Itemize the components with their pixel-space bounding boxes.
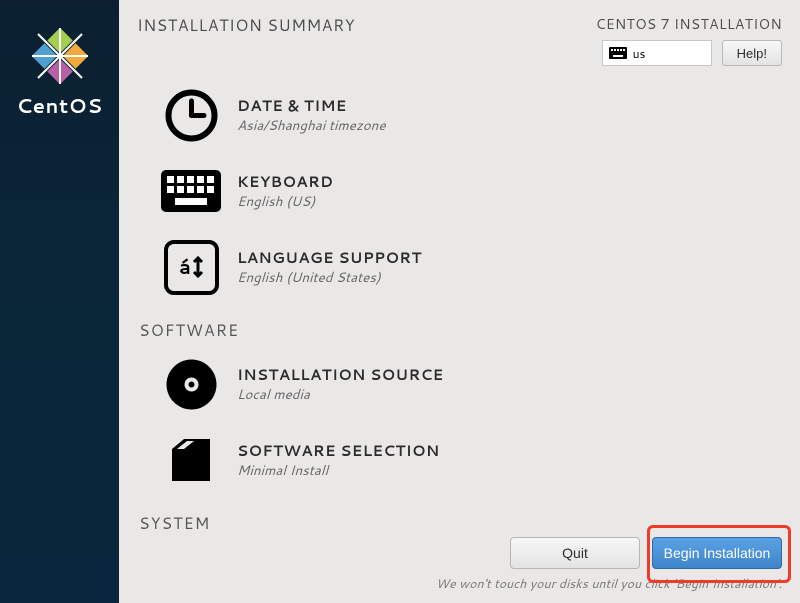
- spoke-datetime[interactable]: DATE & TIMEAsia/Shanghai timezone: [153, 77, 469, 153]
- package-icon: [166, 435, 216, 485]
- spoke-sub: Asia/Shanghai timezone: [237, 116, 463, 135]
- brand-text: CentOS: [16, 92, 102, 120]
- begin-installation-button[interactable]: Begin Installation: [652, 537, 782, 569]
- spoke-label: LANGUAGE SUPPORT: [237, 247, 463, 268]
- spoke-label: KEYBOARD: [237, 171, 463, 192]
- content: DATE & TIMEAsia/Shanghai timezone KEYBOA…: [119, 74, 800, 529]
- footer: Quit Begin Installation We won't touch y…: [119, 529, 800, 603]
- installer-name: CENTOS 7 INSTALLATION: [596, 14, 782, 34]
- disc-icon: [164, 357, 219, 412]
- footer-hint: We won't touch your disks until you clic…: [137, 575, 782, 593]
- spoke-software-selection[interactable]: SOFTWARE SELECTIONMinimal Install: [153, 422, 469, 498]
- centos-logo-icon: [32, 28, 88, 84]
- section-title-system: SYSTEM: [139, 512, 782, 529]
- spoke-sub: Minimal Install: [237, 461, 463, 480]
- section-title-software: SOFTWARE: [139, 319, 782, 342]
- header: INSTALLATION SUMMARY CENTOS 7 INSTALLATI…: [119, 0, 800, 74]
- keyboard-icon: [161, 170, 221, 212]
- spoke-language[interactable]: á LANGUAGE SUPPORTEnglish (United States…: [153, 229, 469, 305]
- quit-button[interactable]: Quit: [510, 537, 640, 569]
- spoke-sub: Local media: [237, 385, 463, 404]
- page-title: INSTALLATION SUMMARY: [137, 14, 355, 37]
- spoke-label: INSTALLATION SOURCE: [237, 364, 463, 385]
- svg-text:á: á: [179, 253, 191, 281]
- spoke-sub: English (United States): [237, 268, 463, 287]
- keyboard-icon: [609, 47, 627, 59]
- spoke-keyboard[interactable]: KEYBOARDEnglish (US): [153, 153, 469, 229]
- main-panel: INSTALLATION SUMMARY CENTOS 7 INSTALLATI…: [119, 0, 800, 603]
- keyboard-layout-selector[interactable]: us: [602, 40, 712, 66]
- spoke-label: DATE & TIME: [237, 95, 463, 116]
- spoke-label: SOFTWARE SELECTION: [237, 440, 463, 461]
- clock-icon: [164, 88, 219, 143]
- spoke-installation-source[interactable]: INSTALLATION SOURCELocal media: [153, 346, 469, 422]
- help-button[interactable]: Help!: [722, 40, 782, 66]
- language-icon: á: [164, 240, 219, 295]
- sidebar: CentOS: [0, 0, 119, 603]
- keyboard-layout-value: us: [633, 45, 646, 62]
- spoke-sub: English (US): [237, 192, 463, 211]
